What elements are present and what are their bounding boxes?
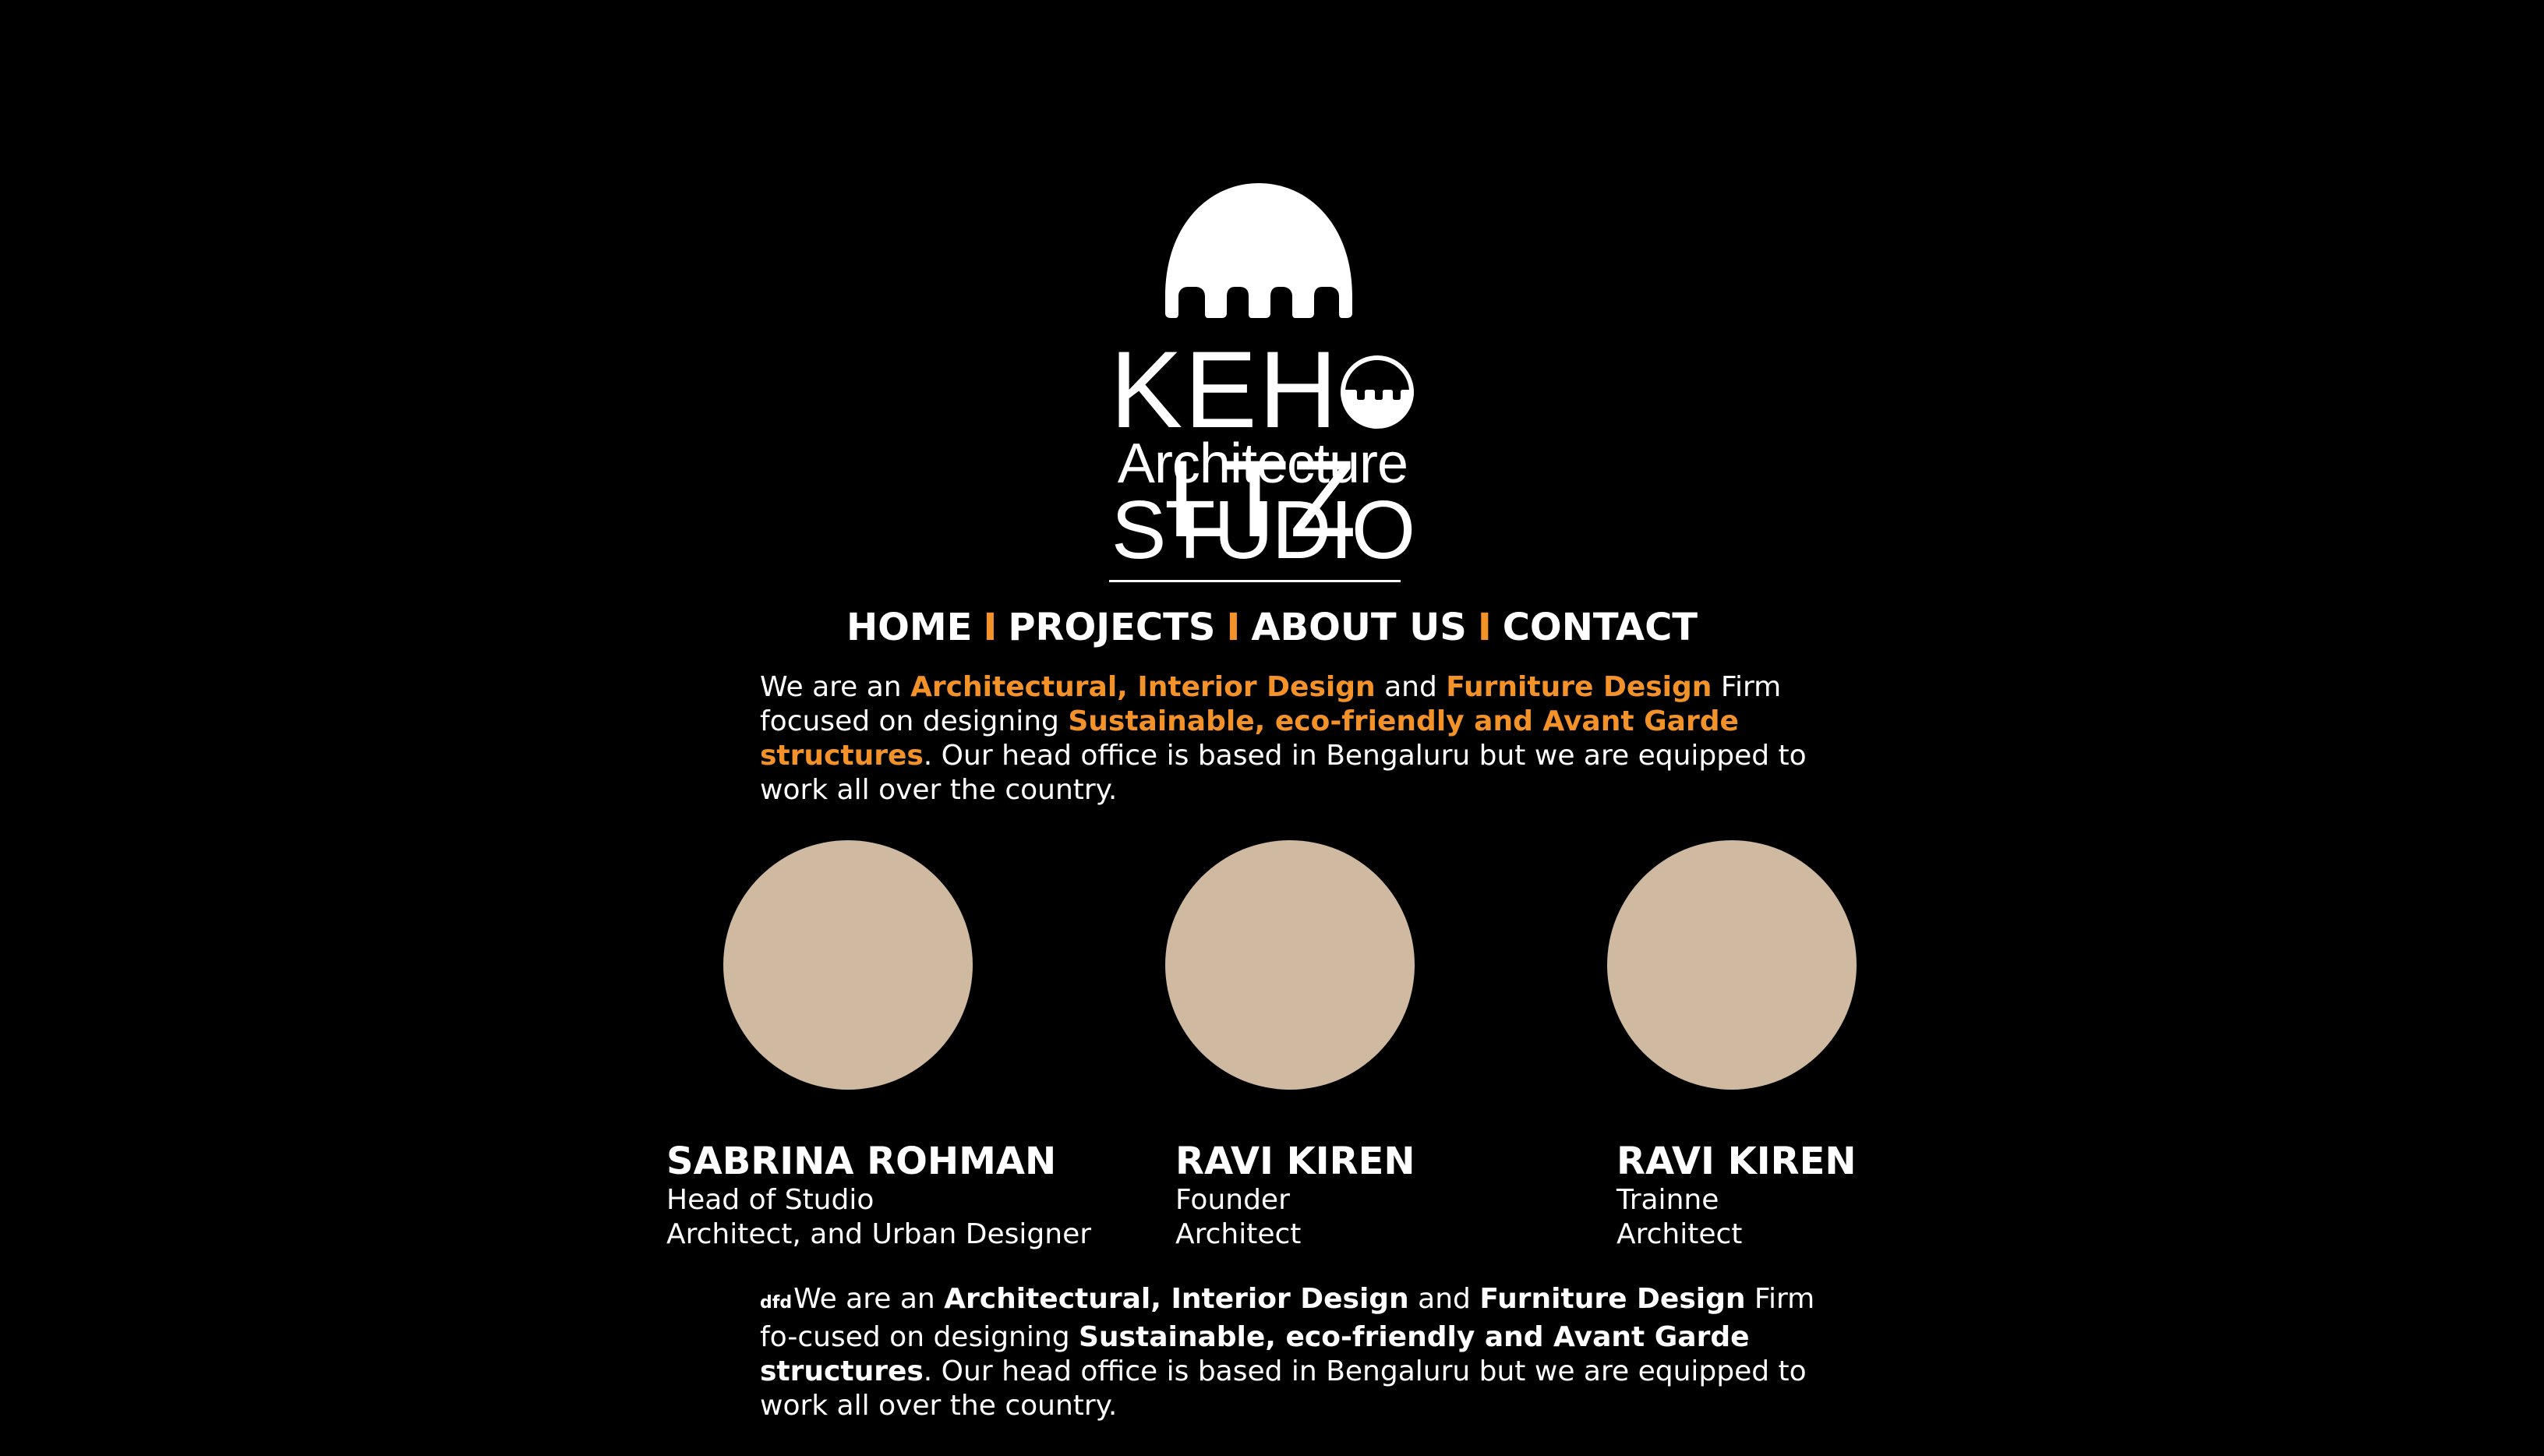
intro-text: We are an bbox=[760, 671, 911, 703]
team-member-role: Head of Studio bbox=[666, 1184, 874, 1216]
nav-separator: I bbox=[1477, 606, 1492, 649]
nav-home-link[interactable]: HOME bbox=[846, 606, 973, 649]
brand-o-glyph bbox=[1339, 349, 1415, 429]
intro-highlight-furniture: Furniture Design bbox=[1446, 671, 1712, 703]
team-member-role: Founder bbox=[1175, 1184, 1290, 1216]
team-member-name: RAVI KIREN bbox=[1175, 1140, 1415, 1183]
nav-separator: I bbox=[1226, 606, 1241, 649]
team-member-card: SABRINA ROHMAN Head of Studio Architect,… bbox=[666, 1140, 1165, 1252]
team-member-role: Trainne bbox=[1616, 1184, 1719, 1216]
team-avatar bbox=[723, 840, 973, 1090]
team-member-card: RAVI KIREN Founder Architect bbox=[1175, 1140, 1674, 1252]
team-member-role: Architect, and Urban Designer bbox=[666, 1218, 1092, 1250]
team-member-name: SABRINA ROHMAN bbox=[666, 1140, 1057, 1183]
intro-highlight-architecture: Architectural, Interior Design bbox=[910, 671, 1376, 703]
outro-bold-architecture: Architectural, Interior Design bbox=[944, 1283, 1409, 1315]
team-member-card: RAVI KIREN Trainne Architect bbox=[1616, 1140, 2115, 1252]
outro-text: We are an bbox=[793, 1283, 945, 1315]
brand-logo[interactable]: KEH LTZ Architecture STUDIO bbox=[1029, 179, 1496, 585]
nav-projects-link[interactable]: PROJECTS bbox=[1008, 606, 1215, 649]
outro-prefix: dfd bbox=[760, 1293, 793, 1313]
intro-text: and bbox=[1375, 671, 1447, 703]
team-avatar bbox=[1607, 840, 1857, 1090]
team-avatar bbox=[1165, 840, 1415, 1090]
outro-paragraph: dfdWe are an Architectural, Interior Des… bbox=[760, 1282, 1851, 1423]
brand-underline bbox=[1109, 580, 1401, 582]
team-member-name: RAVI KIREN bbox=[1616, 1140, 1857, 1183]
outro-bold-furniture: Furniture Design bbox=[1479, 1283, 1746, 1315]
brand-studio: STUDIO bbox=[1111, 484, 1415, 576]
nav-about-link[interactable]: ABOUT US bbox=[1251, 606, 1467, 649]
main-nav: HOME I PROJECTS I ABOUT US I CONTACT bbox=[0, 602, 2544, 653]
team-member-role: Architect bbox=[1175, 1218, 1302, 1250]
nav-contact-link[interactable]: CONTACT bbox=[1503, 606, 1698, 649]
intro-paragraph: We are an Architectural, Interior Design… bbox=[760, 670, 1851, 808]
outro-text: and bbox=[1408, 1283, 1480, 1315]
nav-separator: I bbox=[983, 606, 998, 649]
dome-o-icon bbox=[1340, 355, 1414, 429]
team-member-role: Architect bbox=[1616, 1218, 1743, 1250]
dome-arch-icon bbox=[1165, 183, 1352, 318]
